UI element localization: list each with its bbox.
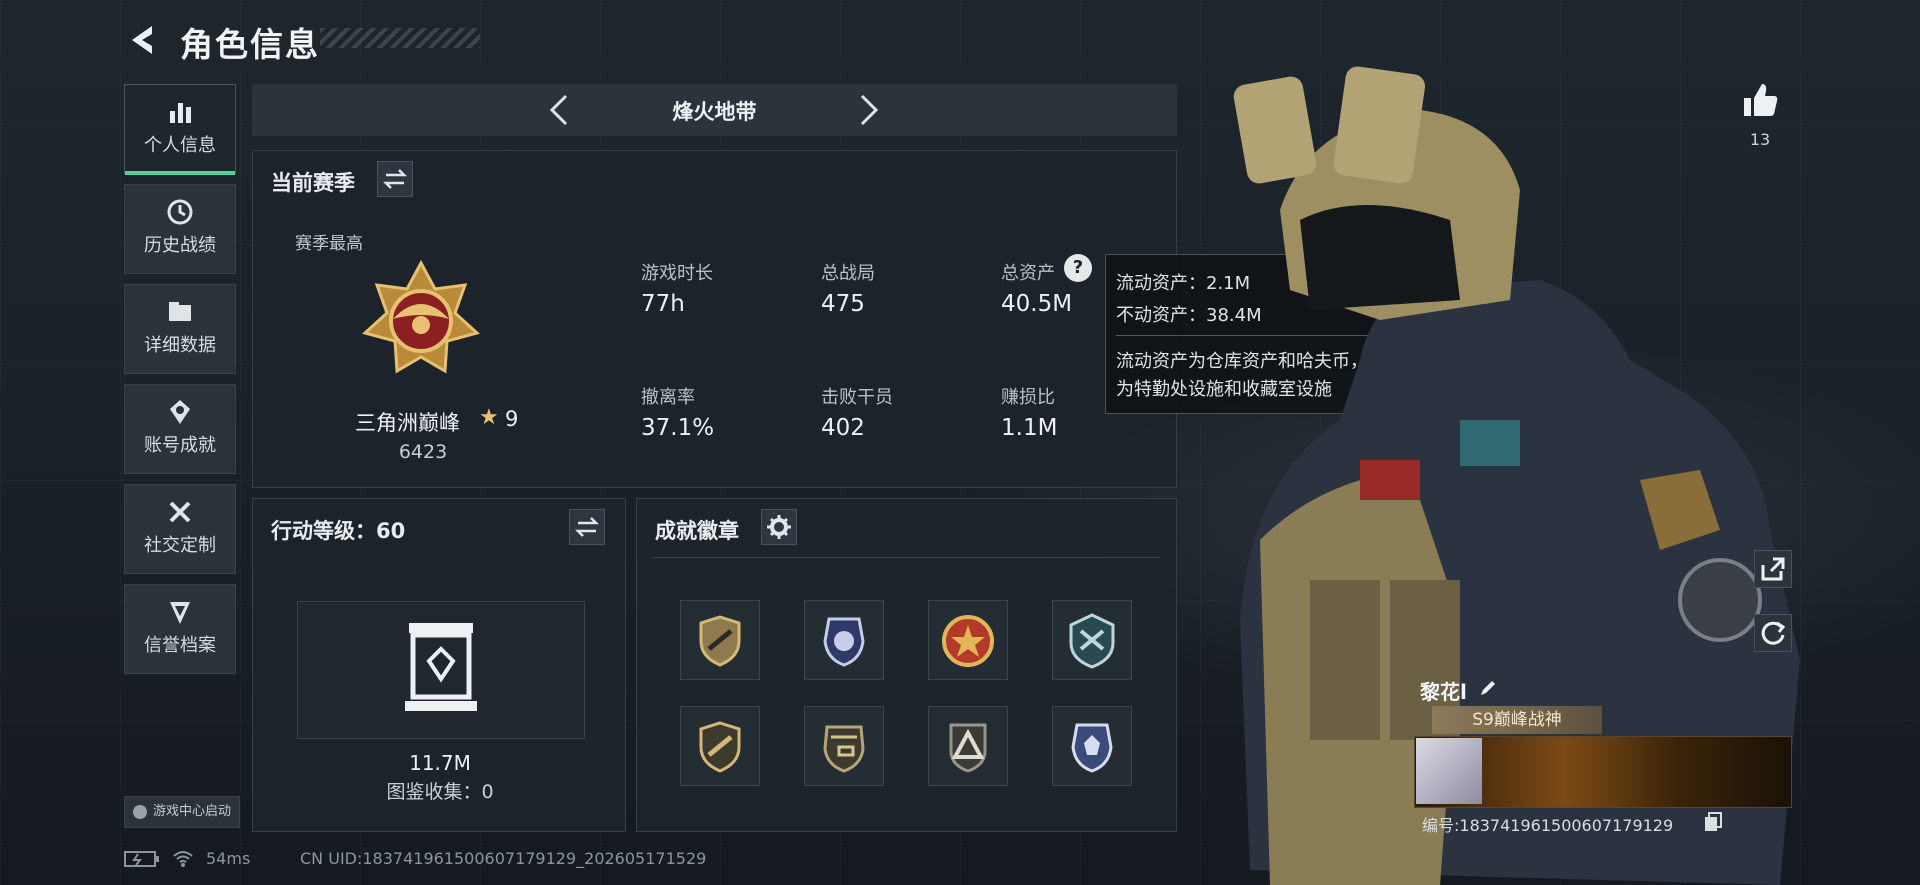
refresh-button[interactable] <box>1754 614 1792 652</box>
page-title: 角色信息 <box>180 25 320 64</box>
action-level-switch-button[interactable] <box>569 509 605 545</box>
helicopter-icon <box>823 725 865 773</box>
sidebar-item-profile[interactable]: 个人信息 <box>124 84 236 175</box>
stat-label-profit-ratio: 赚损比 <box>1001 387 1055 408</box>
copy-icon[interactable] <box>1704 812 1722 832</box>
achievements-title: 成就徽章 <box>655 519 739 543</box>
sidebar-item-social[interactable]: 社交定制 <box>124 484 236 574</box>
folder-icon <box>169 302 191 321</box>
player-title-badge: S9巅峰战神 <box>1432 706 1602 734</box>
action-level-panel: 行动等级：60 11.7M 图鉴收集：0 <box>252 498 626 832</box>
season-title: 当前赛季 <box>271 171 355 195</box>
star-icon: ★ <box>479 405 499 430</box>
swap-icon <box>382 169 408 189</box>
sidebar-item-label: 详细数据 <box>144 335 216 356</box>
police-star-icon <box>1071 723 1113 773</box>
rank-score: 6423 <box>398 441 448 463</box>
sidebar-item-details[interactable]: 详细数据 <box>124 284 236 374</box>
reputation-icon <box>170 602 190 624</box>
like-count: 13 <box>1749 130 1771 149</box>
achievements-settings-button[interactable] <box>761 509 797 545</box>
season-best-label: 赛季最高 <box>295 234 363 254</box>
bar-chart-icon <box>170 103 191 123</box>
achievement-badge-6[interactable] <box>804 706 884 786</box>
stat-label-playtime: 游戏时长 <box>641 263 713 284</box>
chevron-right-icon[interactable] <box>850 92 886 128</box>
avatar[interactable] <box>1416 738 1482 804</box>
active-indicator <box>125 171 235 175</box>
stat-value-extract-rate: 37.1% <box>641 415 715 441</box>
action-level-title: 行动等级：60 <box>271 519 406 543</box>
stat-value-total-assets: 40.5M <box>1001 291 1073 317</box>
share-icon <box>1761 557 1785 581</box>
stat-label-total-assets: 总资产 <box>1001 263 1055 284</box>
stat-value-playtime: 77h <box>641 291 685 317</box>
wifi-icon <box>173 851 193 867</box>
divider <box>653 557 1160 558</box>
helmet-shield-icon <box>1069 613 1115 669</box>
ping-value: 54ms <box>206 849 251 868</box>
achievement-badge-8[interactable] <box>1052 706 1132 786</box>
collection-display-icon <box>405 623 477 711</box>
stat-label-kills: 击败干员 <box>821 387 893 408</box>
help-icon[interactable]: ? <box>1064 254 1092 282</box>
sidebar-item-history[interactable]: 历史战绩 <box>124 184 236 274</box>
battery-icon <box>124 851 159 867</box>
season-switch-button[interactable] <box>377 161 413 197</box>
achievement-badge-1[interactable] <box>680 600 760 680</box>
sidebar-item-label: 信誉档案 <box>144 635 216 656</box>
thumbs-up-icon[interactable] <box>1740 80 1780 120</box>
gear-icon <box>767 515 791 539</box>
swap-icon <box>574 517 600 537</box>
stat-label-total-matches: 总战局 <box>821 263 875 284</box>
sidebar-item-achievements[interactable]: 账号成就 <box>124 384 236 474</box>
clock-icon <box>167 199 193 225</box>
season-panel: 当前赛季 赛季最高 三角洲巅峰 ★ 9 6423 游戏时长 77h 总战局 47… <box>252 150 1177 488</box>
gun-shield-icon <box>699 721 741 773</box>
title-decoration <box>320 28 480 48</box>
achievement-badge-4[interactable] <box>1052 600 1132 680</box>
refresh-icon <box>1761 621 1786 645</box>
gun-shield-icon <box>699 615 741 667</box>
edit-icon[interactable] <box>1478 678 1498 698</box>
rank-emblem-icon <box>361 259 481 374</box>
sidebar-item-label: 个人信息 <box>144 135 216 156</box>
share-button[interactable] <box>1754 550 1792 588</box>
collection-count: 图鉴收集：0 <box>386 781 494 803</box>
mode-selector: 烽火地带 <box>252 84 1177 136</box>
stat-value-profit-ratio: 1.1M <box>1001 415 1058 441</box>
sidebar-item-label: 历史战绩 <box>144 235 216 256</box>
action-level-value: 11.7M <box>409 751 471 775</box>
red-star-icon <box>942 615 994 667</box>
sidebar-item-reputation[interactable]: 信誉档案 <box>124 584 236 674</box>
back-arrow-icon[interactable] <box>124 22 160 58</box>
user-icon <box>133 805 147 819</box>
triangle-icon <box>949 723 987 773</box>
achievement-badge-7[interactable] <box>928 706 1008 786</box>
mode-title: 烽火地带 <box>672 100 757 124</box>
game-center-launch-button[interactable]: 游戏中心启动 <box>124 796 240 828</box>
player-name: 黎花l <box>1420 680 1467 704</box>
rank-stars: 9 <box>505 407 519 431</box>
achievement-badge-5[interactable] <box>680 706 760 786</box>
achievement-badge-2[interactable] <box>804 600 884 680</box>
achievement-icon <box>170 400 190 424</box>
rank-name: 三角洲巅峰 <box>355 411 460 435</box>
achievement-badge-3[interactable] <box>928 600 1008 680</box>
sidebar-item-label: 社交定制 <box>144 535 216 556</box>
police-star-icon <box>823 617 865 667</box>
stat-value-kills: 402 <box>821 415 865 441</box>
full-uid: CN UID:183741961500607179129_20260517152… <box>300 849 707 868</box>
stat-label-extract-rate: 撤离率 <box>641 387 695 408</box>
player-uid: 编号:1837419615006071791​29 <box>1422 816 1674 835</box>
launch-label: 游戏中心启动 <box>153 804 232 819</box>
sidebar-item-label: 账号成就 <box>144 435 216 456</box>
tools-icon <box>169 501 191 523</box>
stat-value-total-matches: 475 <box>821 291 865 317</box>
